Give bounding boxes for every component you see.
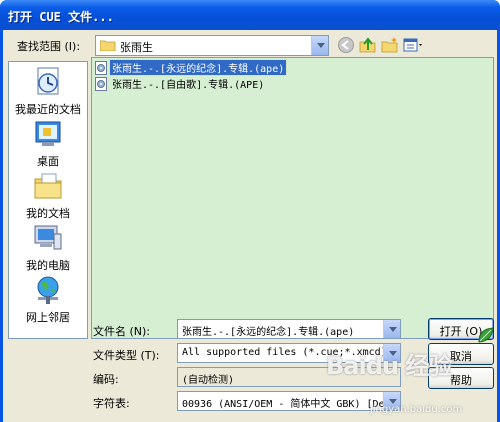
leaf-icon [478, 327, 494, 343]
my-computer-icon [34, 225, 62, 250]
desktop-icon [35, 121, 61, 146]
new-folder-icon[interactable] [381, 36, 399, 54]
filetype-label: 文件类型 (T): [93, 349, 160, 362]
place-label: 桌面 [37, 155, 59, 168]
place-label: 我的文档 [26, 207, 70, 220]
filename-label: 文件名 (N): [93, 325, 151, 338]
place-my-computer[interactable]: 我的电脑 [9, 222, 87, 273]
chevron-down-icon[interactable] [311, 36, 328, 55]
recent-documents-icon [37, 67, 59, 95]
charset-value: 00936 (ANSI/OEM - 简体中文 GBK) [Default] [182, 399, 401, 410]
open-cue-dialog: 打开 CUE 文件... 查找范围 (I): 张雨生 我最近的文档 桌面 我的文… [0, 0, 500, 422]
window-title[interactable]: 打开 CUE 文件... [0, 0, 500, 30]
watermark-url: jingyan.baidu.com [370, 404, 463, 415]
folder-icon [100, 40, 116, 51]
file-name: 张雨生.-.[永远的纪念].专辑.(ape) [108, 59, 288, 76]
place-my-documents[interactable]: 我的文档 [9, 170, 87, 221]
view-menu-icon[interactable] [403, 36, 425, 54]
file-list[interactable]: 张雨生.-.[永远的纪念].专辑.(ape) 张雨生.-.[自由歌].专辑.(A… [91, 57, 494, 339]
filename-combo[interactable]: 张雨生.-.[永远的纪念].专辑.(ape) [177, 319, 401, 339]
my-documents-icon [34, 173, 62, 199]
encoding-label: 编码: [93, 373, 119, 386]
chevron-down-icon[interactable] [383, 320, 400, 338]
look-in-combo[interactable]: 张雨生 [95, 35, 329, 56]
back-icon[interactable] [337, 36, 355, 54]
network-places-icon [37, 276, 59, 304]
place-label: 我的电脑 [26, 259, 70, 272]
list-item[interactable]: 张雨生.-.[永远的纪念].专辑.(ape) [95, 59, 288, 76]
place-label: 我最近的文档 [15, 103, 81, 116]
cue-file-icon [95, 60, 107, 75]
up-folder-icon[interactable] [359, 36, 377, 54]
places-bar: 我最近的文档 桌面 我的文档 我的电脑 网上邻居 [8, 61, 88, 339]
look-in-value: 张雨生 [120, 41, 153, 54]
encoding-value: (自动检测) [182, 375, 235, 386]
place-recent-documents[interactable]: 我最近的文档 [9, 66, 87, 117]
place-network[interactable]: 网上邻居 [9, 274, 87, 325]
cue-file-icon [95, 76, 107, 91]
list-item[interactable]: 张雨生.-.[自由歌].专辑.(APE) [95, 76, 266, 91]
look-in-label: 查找范围 (I): [17, 40, 81, 53]
charset-label: 字符表: [93, 397, 130, 410]
place-desktop[interactable]: 桌面 [9, 118, 87, 169]
watermark: Baidu 经验 [326, 352, 452, 380]
charset-combo[interactable]: 00936 (ANSI/OEM - 简体中文 GBK) [Default] [177, 391, 401, 411]
filename-value: 张雨生.-.[永远的纪念].专辑.(ape) [182, 327, 355, 338]
file-name: 张雨生.-.[自由歌].专辑.(APE) [112, 80, 265, 91]
place-label: 网上邻居 [26, 311, 70, 324]
